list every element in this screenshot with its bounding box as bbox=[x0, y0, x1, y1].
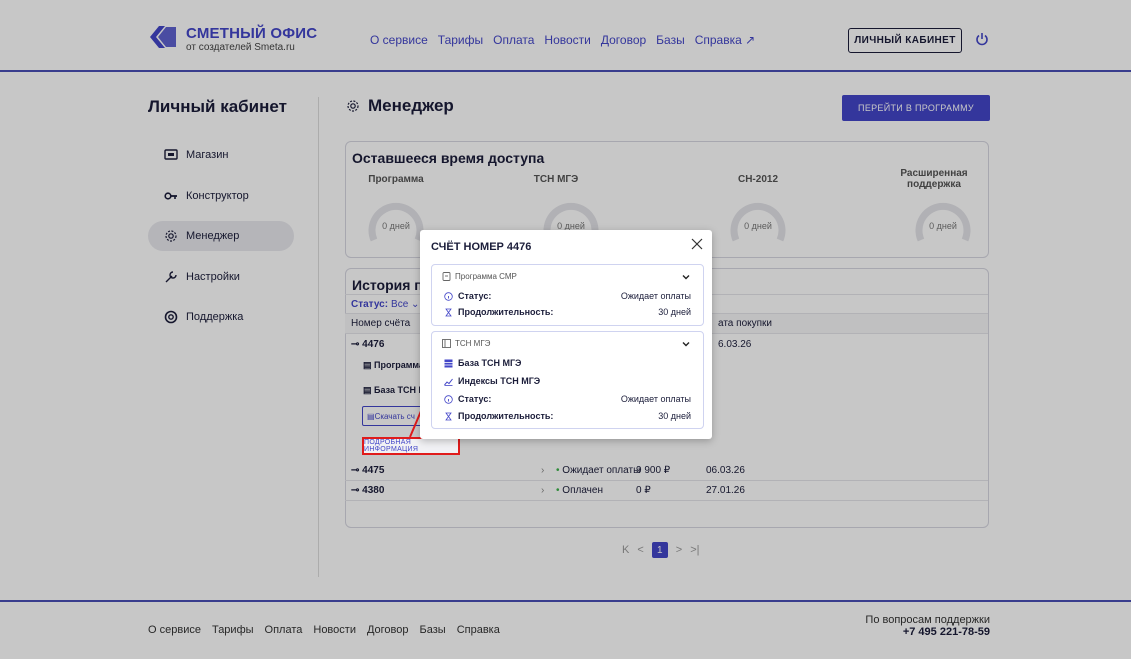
status-label: Статус: bbox=[458, 291, 492, 301]
invoice-panel-tsn: ТСН МГЭ База ТСН МГЭ Индексы ТСН МГЭ Ста… bbox=[431, 331, 704, 429]
table-icon bbox=[444, 359, 453, 367]
status-value: Ожидает оплаты bbox=[620, 394, 691, 404]
status-row: Статус: Ожидает оплаты bbox=[444, 392, 691, 406]
duration-row: Продолжительность: 30 дней bbox=[444, 305, 691, 319]
panel-header[interactable]: ТСН МГЭ bbox=[442, 339, 490, 348]
included-item: Индексы ТСН МГЭ bbox=[444, 374, 691, 388]
info-icon bbox=[444, 394, 453, 404]
panel-name: ТСН МГЭ bbox=[455, 339, 491, 348]
duration-value: 30 дней bbox=[658, 307, 691, 317]
item-name: База ТСН МГЭ bbox=[458, 358, 522, 368]
modal-title: СЧЁТ НОМЕР 4476 bbox=[431, 241, 532, 253]
panel-name: Программа СМР bbox=[455, 272, 517, 281]
duration-value: 30 дней bbox=[658, 411, 691, 421]
status-value: Ожидает оплаты bbox=[620, 291, 691, 301]
status-label: Статус: bbox=[458, 394, 492, 404]
panel-header[interactable]: Программа СМР bbox=[442, 272, 517, 281]
hourglass-icon bbox=[445, 412, 452, 420]
status-row: Статус: Ожидает оплаты bbox=[444, 289, 691, 303]
document-icon bbox=[442, 272, 451, 281]
item-name: Индексы ТСН МГЭ bbox=[458, 376, 541, 386]
hourglass-icon bbox=[445, 308, 452, 316]
invoice-modal: СЧЁТ НОМЕР 4476 Программа СМР Статус: Ож… bbox=[420, 230, 712, 439]
database-icon bbox=[442, 339, 451, 348]
close-icon[interactable] bbox=[690, 237, 704, 251]
chevron-down-icon[interactable] bbox=[681, 339, 691, 349]
details-button[interactable]: ПОДРОБНАЯ ИНФОРМАЦИЯ bbox=[362, 437, 460, 455]
duration-label: Продолжительность: bbox=[458, 411, 554, 421]
chevron-down-icon[interactable] bbox=[681, 272, 691, 282]
info-icon bbox=[444, 291, 453, 301]
invoice-panel-program: Программа СМР Статус: Ожидает оплаты Про… bbox=[431, 264, 704, 326]
duration-row: Продолжительность: 30 дней bbox=[444, 409, 691, 423]
duration-label: Продолжительность: bbox=[458, 307, 554, 317]
included-item: База ТСН МГЭ bbox=[444, 356, 691, 370]
chart-line-icon bbox=[444, 378, 453, 386]
